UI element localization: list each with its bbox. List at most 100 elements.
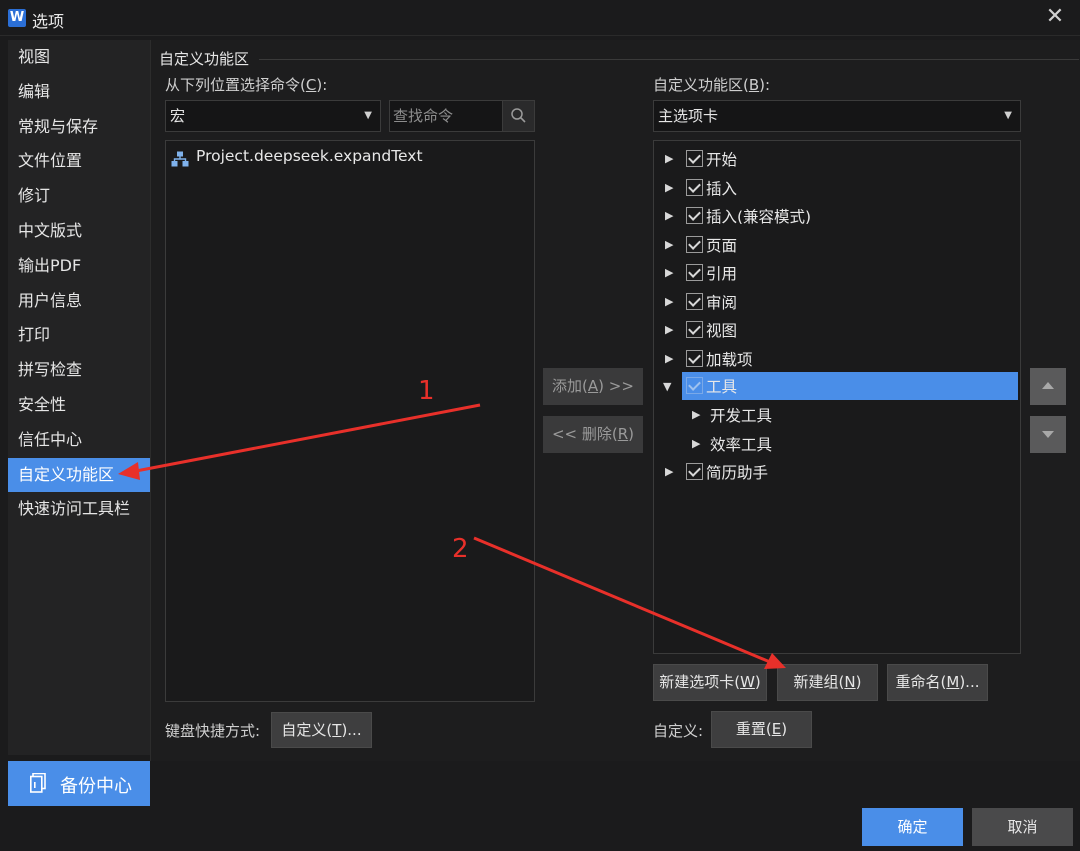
new-group-button[interactable]: 新建组(N) [777, 664, 878, 701]
ribbon-tabs-value: 主选项卡 [658, 107, 719, 125]
move-up-button[interactable] [1030, 368, 1066, 405]
expand-arrow-icon[interactable]: ▶ [665, 295, 673, 308]
keyboard-shortcut-label: 键盘快捷方式: [165, 722, 261, 740]
tree-item-home[interactable]: ▶ 开始 [654, 145, 1020, 173]
expand-arrow-icon[interactable]: ▶ [665, 465, 673, 478]
command-list: Project.deepseek.expandText [165, 140, 535, 702]
backup-center-label: 备份中心 [60, 776, 132, 797]
tab-checkbox[interactable] [686, 207, 703, 224]
search-icon-glyph [511, 108, 526, 123]
tree-item-label: 加载项 [706, 350, 753, 369]
tab-checkbox[interactable] [686, 235, 703, 253]
section-divider [259, 59, 1079, 60]
sidebar-item-file-location[interactable]: 文件位置 [8, 144, 150, 179]
tab-checkbox[interactable] [686, 292, 703, 310]
sidebar-item-chinese-layout[interactable]: 中文版式 [8, 214, 150, 249]
tree-item-label: 开始 [706, 151, 738, 169]
sidebar-item-view[interactable]: 视图 [8, 40, 150, 75]
search-icon[interactable] [502, 101, 534, 131]
expand-arrow-icon[interactable]: ▶ [665, 266, 673, 279]
customize-ribbon-label: 自定义功能区(B): [653, 76, 771, 94]
command-search [389, 100, 535, 132]
ribbon-tree: ▶ 开始 ▶ 插入 ▶ 插入(兼容模式) ▶ 页面 ▶ 引用 ▶ 审阅 ▶ 视图… [653, 140, 1021, 654]
choose-commands-label: 从下列位置选择命令(C): [165, 76, 328, 94]
sidebar-item-spell-check[interactable]: 拼写检查 [8, 353, 150, 388]
tree-item-label: 开发工具 [710, 407, 773, 425]
tree-item-view[interactable]: ▶ 视图 [654, 316, 1020, 344]
tree-item-developer-tools[interactable]: ▶ 开发工具 [654, 401, 1020, 429]
tab-checkbox[interactable] [686, 321, 703, 338]
expand-arrow-icon[interactable]: ▶ [665, 323, 673, 336]
macro-icon [171, 151, 189, 167]
collapse-arrow-icon[interactable]: ▼ [663, 380, 671, 393]
sidebar-item-security[interactable]: 安全性 [8, 388, 150, 423]
expand-arrow-icon[interactable]: ▶ [665, 152, 673, 165]
sidebar-item-revision[interactable]: 修订 [8, 179, 150, 214]
sidebar-item-edit[interactable]: 编辑 [8, 75, 150, 110]
expand-arrow-icon[interactable]: ▶ [665, 181, 673, 194]
tree-item-label: 插入(兼容模式) [706, 208, 812, 226]
arrow-down-icon [1042, 431, 1054, 438]
tree-item-label: 插入 [706, 179, 738, 198]
ribbon-tabs-select[interactable]: 主选项卡 ▼ [653, 100, 1021, 132]
wps-logo-icon: W [8, 9, 26, 27]
command-label: Project.deepseek.expandText [196, 147, 423, 165]
sidebar-item-general-save[interactable]: 常规与保存 [8, 110, 150, 145]
move-down-button[interactable] [1030, 416, 1066, 453]
annotation-number-1: 1 [418, 376, 435, 406]
document-icon [30, 773, 46, 793]
tab-checkbox[interactable] [686, 150, 703, 167]
expand-arrow-icon[interactable]: ▶ [665, 238, 673, 251]
expand-arrow-icon[interactable]: ▶ [665, 352, 673, 365]
tree-item-label: 工具 [706, 378, 738, 396]
tree-item-label: 引用 [706, 265, 738, 283]
tree-item-efficiency-tools[interactable]: ▶ 效率工具 [654, 430, 1020, 458]
backup-center-button[interactable]: 备份中心 [8, 761, 150, 806]
tree-item-label: 视图 [706, 322, 738, 340]
command-source-value: 宏 [170, 107, 186, 125]
tree-item-label: 简历助手 [706, 464, 769, 482]
rename-button[interactable]: 重命名(M)... [887, 664, 988, 701]
tree-item-insert[interactable]: ▶ 插入 [654, 174, 1020, 202]
sidebar-item-export-pdf[interactable]: 输出PDF [8, 249, 150, 284]
add-button[interactable]: 添加(A) >> [543, 368, 643, 405]
command-source-select[interactable]: 宏 ▼ [165, 100, 381, 132]
customize-label: 自定义: [653, 722, 704, 740]
tab-checkbox[interactable] [686, 178, 703, 196]
remove-button[interactable]: << 删除(R) [543, 416, 643, 453]
tree-item-label: 页面 [706, 236, 738, 255]
arrow-up-icon [1042, 382, 1054, 389]
ok-button[interactable]: 确定 [862, 808, 963, 846]
customize-ribbon-panel: 自定义功能区 从下列位置选择命令(C): 宏 ▼ Project.deepsee… [150, 40, 1080, 761]
tree-item-page[interactable]: ▶ 页面 [654, 231, 1020, 259]
sidebar-item-print[interactable]: 打印 [8, 318, 150, 353]
tree-item-resume-assistant[interactable]: ▶ 简历助手 [654, 458, 1020, 486]
tree-item-references[interactable]: ▶ 引用 [654, 259, 1020, 287]
command-search-input[interactable] [390, 101, 500, 131]
expand-arrow-icon[interactable]: ▶ [692, 437, 700, 450]
tab-checkbox[interactable] [686, 377, 703, 394]
tab-checkbox[interactable] [686, 264, 703, 281]
expand-arrow-icon[interactable]: ▶ [692, 408, 700, 421]
customize-keyboard-button[interactable]: 自定义(T)... [271, 712, 372, 748]
expand-arrow-icon[interactable]: ▶ [665, 209, 673, 222]
tree-item-insert-compat[interactable]: ▶ 插入(兼容模式) [654, 202, 1020, 230]
tree-item-label: 效率工具 [710, 435, 773, 454]
tree-item-review[interactable]: ▶ 审阅 [654, 288, 1020, 316]
section-title: 自定义功能区 [159, 50, 250, 68]
tab-checkbox[interactable] [686, 463, 703, 480]
sidebar-item-customize-ribbon[interactable]: 自定义功能区 [8, 457, 150, 493]
sidebar-item-quick-access-toolbar[interactable]: 快速访问工具栏 [8, 492, 150, 527]
sidebar-item-user-info[interactable]: 用户信息 [8, 284, 150, 319]
tree-item-tools[interactable]: ▼ 工具 [654, 372, 1020, 400]
tab-checkbox[interactable] [686, 349, 703, 367]
reset-button[interactable]: 重置(E) [711, 711, 812, 748]
close-icon[interactable]: ✕ [1042, 4, 1068, 30]
new-tab-button[interactable]: 新建选项卡(W) [653, 664, 767, 701]
tree-item-addins[interactable]: ▶ 加载项 [654, 345, 1020, 373]
options-sidebar: 视图 编辑 常规与保存 文件位置 修订 中文版式 输出PDF 用户信息 打印 拼… [8, 40, 150, 755]
chevron-down-icon: ▼ [1004, 110, 1012, 121]
dialog-footer: 确定 取消 [0, 806, 1080, 851]
sidebar-item-trust-center[interactable]: 信任中心 [8, 423, 150, 458]
cancel-button[interactable]: 取消 [972, 808, 1073, 846]
